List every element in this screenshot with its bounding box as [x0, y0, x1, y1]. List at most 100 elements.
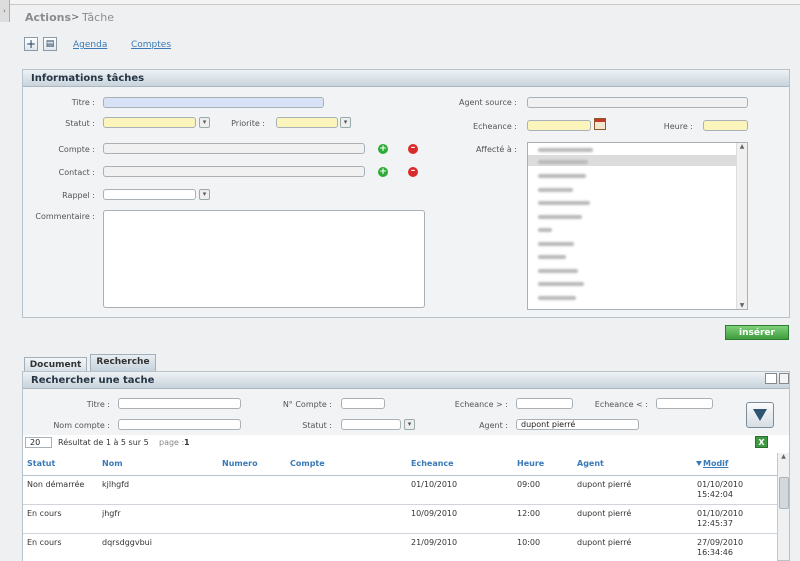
cell-nom: dqrsdggvbui: [102, 538, 152, 547]
cell-nom: jhgfr: [102, 509, 121, 518]
page-icon[interactable]: ▤: [43, 37, 57, 51]
breadcrumb-current: Tâche: [82, 11, 114, 24]
list-item[interactable]: [538, 215, 582, 219]
table-header: [23, 453, 777, 476]
cell-modif-date: 27/09/2010: [697, 538, 744, 547]
commentaire-label: Commentaire :: [35, 212, 95, 221]
cell-agent: dupont pierré: [577, 480, 632, 489]
search-nomcompte-input[interactable]: [118, 419, 241, 430]
statut-select[interactable]: [103, 117, 196, 128]
list-item[interactable]: [538, 242, 574, 246]
cell-modif-date: 01/10/2010: [697, 509, 744, 518]
cell-heure: 09:00: [517, 480, 541, 489]
list-item[interactable]: [538, 201, 590, 205]
col-heure[interactable]: Heure: [517, 459, 544, 468]
remove-compte-icon[interactable]: –: [408, 144, 418, 154]
list-item[interactable]: [538, 296, 576, 300]
titre-input[interactable]: [103, 97, 324, 108]
cell-echeance: 21/09/2010: [411, 538, 458, 547]
table-row[interactable]: Non démarrée kjlhgfd 01/10/2010 09:00 du…: [23, 476, 777, 504]
search-statut-label: Statut :: [302, 421, 332, 430]
cell-statut: En cours: [27, 538, 62, 547]
agent-source-label: Agent source :: [458, 98, 517, 107]
tab-recherche[interactable]: Recherche: [90, 354, 156, 371]
affecte-list[interactable]: ▲ ▼: [527, 142, 748, 310]
remove-contact-icon[interactable]: –: [408, 167, 418, 177]
cell-echeance: 01/10/2010: [411, 480, 458, 489]
search-echeance-gt-input[interactable]: [516, 398, 573, 409]
restore-icon[interactable]: [779, 373, 789, 384]
list-item[interactable]: [538, 160, 588, 164]
compte-input[interactable]: [103, 143, 365, 154]
search-ncompte-input[interactable]: [341, 398, 385, 409]
cell-agent: dupont pierré: [577, 509, 632, 518]
col-compte[interactable]: Compte: [290, 459, 325, 468]
cell-modif-date: 01/10/2010: [697, 480, 744, 489]
insert-button[interactable]: insérer: [725, 325, 789, 340]
page-number[interactable]: 1: [184, 438, 190, 447]
agent-source-input[interactable]: [527, 97, 748, 108]
add-compte-icon[interactable]: +: [378, 144, 388, 154]
col-modif[interactable]: Modif: [703, 459, 728, 468]
search-statut-dropdown-icon[interactable]: ▾: [404, 419, 415, 430]
search-statut-select[interactable]: [341, 419, 401, 430]
col-agent[interactable]: Agent: [577, 459, 604, 468]
list-item[interactable]: [538, 228, 552, 232]
col-statut[interactable]: Statut: [27, 459, 55, 468]
excel-export-icon[interactable]: X: [755, 436, 768, 448]
search-echeance-lt-label: Echeance < :: [594, 400, 648, 409]
table-row[interactable]: En cours dqrsdggvbui 21/09/2010 10:00 du…: [23, 534, 777, 560]
cell-statut: Non démarrée: [27, 480, 85, 489]
echeance-label: Echeance :: [473, 122, 517, 131]
search-echeance-lt-input[interactable]: [656, 398, 713, 409]
list-scrollbar[interactable]: ▲ ▼: [736, 143, 747, 309]
statut-dropdown-icon[interactable]: ▾: [199, 117, 210, 128]
sort-desc-icon: [696, 461, 702, 466]
list-item[interactable]: [538, 174, 586, 178]
scroll-up-icon[interactable]: ▲: [778, 453, 789, 460]
list-item[interactable]: [538, 255, 566, 259]
statut-label: Statut :: [65, 119, 95, 128]
cell-nom: kjlhgfd: [102, 480, 130, 489]
heure-label: Heure :: [663, 122, 693, 131]
rappel-label: Rappel :: [62, 191, 95, 200]
search-echeance-gt-label: Echeance > :: [454, 400, 508, 409]
col-nom[interactable]: Nom: [102, 459, 123, 468]
col-numero[interactable]: Numero: [222, 459, 258, 468]
breadcrumb-separator: >: [71, 12, 80, 23]
scroll-thumb[interactable]: [779, 477, 789, 509]
search-agent-input[interactable]: dupont pierré: [516, 419, 639, 430]
side-collapse-handle[interactable]: ›: [0, 0, 10, 22]
heure-input[interactable]: [703, 120, 748, 131]
info-panel-title: Informations tâches: [23, 70, 789, 87]
priorite-select[interactable]: [276, 117, 338, 128]
results-scrollbar[interactable]: ▲: [777, 453, 789, 560]
search-agent-label: Agent :: [479, 421, 508, 430]
list-item[interactable]: [538, 269, 578, 273]
search-titre-input[interactable]: [118, 398, 241, 409]
list-item[interactable]: [538, 282, 584, 286]
priorite-dropdown-icon[interactable]: ▾: [340, 117, 351, 128]
list-item[interactable]: [538, 188, 573, 192]
col-echeance[interactable]: Echeance: [411, 459, 454, 468]
plus-icon[interactable]: +: [24, 37, 38, 51]
tab-document[interactable]: Document: [24, 357, 87, 371]
list-item[interactable]: [538, 148, 593, 152]
window-icon[interactable]: [765, 373, 777, 384]
add-contact-icon[interactable]: +: [378, 167, 388, 177]
search-button[interactable]: [746, 402, 774, 428]
contact-input[interactable]: [103, 166, 365, 177]
search-titre-label: Titre :: [86, 400, 110, 409]
echeance-input[interactable]: [527, 120, 591, 131]
rappel-select[interactable]: [103, 189, 196, 200]
breadcrumb-root[interactable]: Actions: [25, 11, 71, 24]
cell-heure: 12:00: [517, 509, 541, 518]
calendar-icon[interactable]: [594, 118, 606, 130]
rappel-dropdown-icon[interactable]: ▾: [199, 189, 210, 200]
agenda-link[interactable]: Agenda: [73, 40, 107, 50]
commentaire-textarea[interactable]: [103, 210, 425, 308]
table-row[interactable]: En cours jhgfr 10/09/2010 12:00 dupont p…: [23, 505, 777, 533]
search-ncompte-label: N° Compte :: [282, 400, 332, 409]
comptes-link[interactable]: Comptes: [131, 40, 171, 50]
page-size-input[interactable]: 20: [25, 437, 52, 448]
